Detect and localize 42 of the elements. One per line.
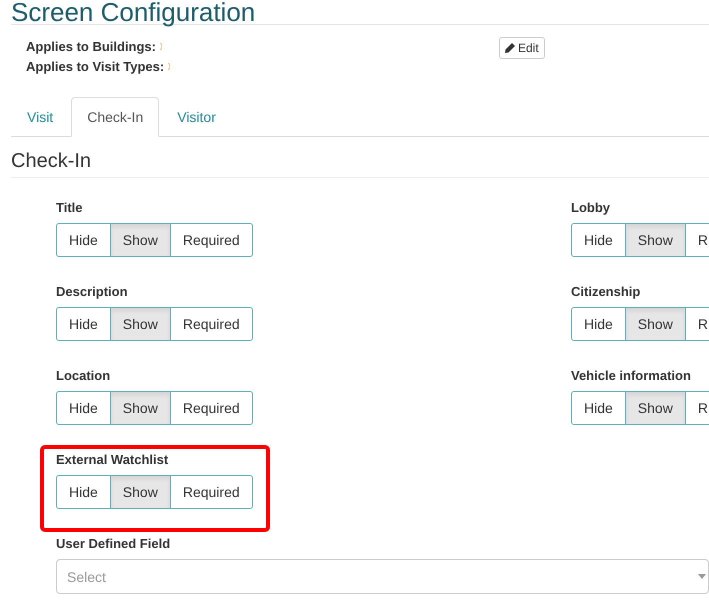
option-button[interactable]: Required (170, 307, 253, 341)
option-button[interactable]: Show (110, 391, 171, 425)
option-button[interactable]: Show (110, 223, 171, 257)
field-label: External Watchlist (56, 451, 170, 469)
option-button[interactable]: Required (170, 475, 253, 509)
section-heading: Check-In (11, 150, 709, 178)
option-button[interactable]: R (684, 391, 709, 425)
field-label: Citizenship (571, 283, 642, 301)
option-button[interactable]: Hide (56, 391, 111, 425)
pencil-icon (505, 43, 515, 53)
option-button[interactable]: Required (170, 223, 253, 257)
option-button[interactable]: Hide (571, 391, 626, 425)
select-field[interactable]: Select (56, 559, 709, 594)
tab[interactable]: Visit (11, 97, 70, 137)
option-button[interactable]: Show (624, 307, 686, 341)
option-button[interactable]: Hide (571, 223, 626, 257)
field-label: Lobby (571, 199, 611, 217)
tab[interactable]: Check-In (71, 97, 160, 137)
field-label: Vehicle information (571, 367, 692, 385)
applies-label: Applies to Visit Types: (26, 58, 164, 74)
page-title: Screen Configuration (11, 0, 709, 25)
option-button[interactable]: R (684, 307, 709, 341)
value-mark-icon (168, 62, 172, 70)
option-button[interactable]: Show (110, 475, 171, 509)
option-button[interactable]: Hide (56, 475, 111, 509)
caret-icon (698, 574, 706, 579)
option-button[interactable]: Show (624, 391, 686, 425)
field-label: User Defined Field (56, 535, 172, 553)
value-mark-icon (160, 42, 163, 50)
option-button[interactable]: Show (624, 223, 686, 257)
option-button[interactable]: Hide (56, 307, 111, 341)
option-button[interactable]: Required (170, 391, 253, 425)
field-label: Description (56, 283, 129, 301)
tab[interactable]: Visitor (161, 97, 232, 137)
option-button[interactable]: Hide (56, 223, 111, 257)
option-button[interactable]: R (684, 223, 709, 257)
field-label: Location (56, 367, 112, 385)
field-label: Title (56, 199, 84, 217)
option-button[interactable]: Hide (571, 307, 626, 341)
edit-button[interactable]: Edit (499, 37, 545, 59)
applies-label: Applies to Buildings: (26, 38, 156, 54)
option-button[interactable]: Show (110, 307, 171, 341)
